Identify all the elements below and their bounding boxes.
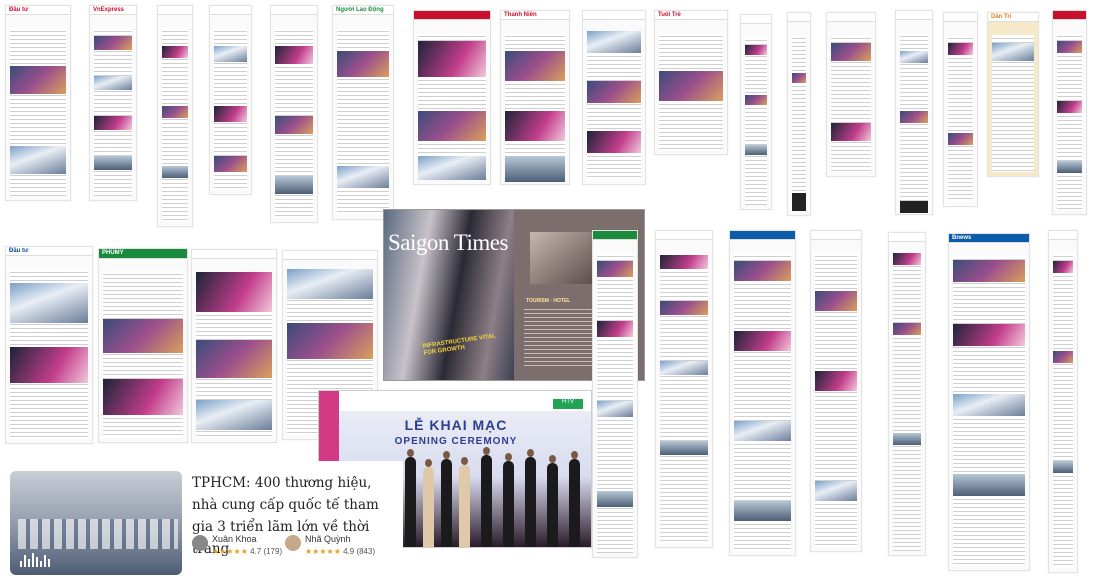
author-name: Xuân Khoa <box>212 534 257 544</box>
article-thumbnail[interactable] <box>209 5 252 195</box>
article-thumbnail[interactable]: VnExpress <box>89 5 137 201</box>
article-thumbnail[interactable] <box>1052 10 1087 215</box>
article-thumbnail[interactable] <box>729 230 796 556</box>
ceremony-subheadline: OPENING CEREMONY <box>394 436 518 447</box>
news-card[interactable]: TPHCM: 400 thương hiệu, nhà cung cấp quố… <box>6 461 403 575</box>
article-thumbnail[interactable] <box>740 14 772 210</box>
brand-label: PHUMY <box>102 250 124 256</box>
news-card-photo[interactable] <box>10 471 182 575</box>
article-thumbnail[interactable] <box>270 5 318 223</box>
article-thumbnail[interactable]: Dân Trí <box>987 12 1039 177</box>
brand-label: Đầu tư <box>9 248 29 254</box>
article-thumbnail[interactable] <box>655 230 713 548</box>
brand-label: Đầu tư <box>9 7 29 13</box>
author-rating: ★★★★★ 4.9 (843) <box>305 547 376 556</box>
magazine-title: Saigon Times <box>388 230 508 255</box>
brand-label: Dân Trí <box>991 14 1012 20</box>
ceremony-headline: LỄ KHAI MẠC <box>404 417 508 433</box>
article-thumbnail[interactable]: Tuổi Trẻ <box>654 10 728 155</box>
article-thumbnail[interactable] <box>157 5 193 227</box>
article-thumbnail[interactable]: Đầu tư <box>5 246 93 444</box>
avatar <box>192 535 208 551</box>
brand-label: Thanh Niên <box>504 12 537 18</box>
audio-wave-icon[interactable] <box>20 553 50 567</box>
brand-label: Người Lao Động <box>336 7 384 13</box>
article-thumbnail[interactable] <box>810 230 862 552</box>
article-thumbnail[interactable] <box>413 10 491 185</box>
article-thumbnail[interactable]: PHUMY <box>98 248 188 443</box>
article-thumbnail[interactable] <box>1048 230 1078 573</box>
article-thumbnail[interactable]: Đầu tư <box>5 5 71 201</box>
author-rating: ★★★★★ 4.7 (179) <box>212 547 283 556</box>
brand-label: Bnews <box>952 235 972 241</box>
article-thumbnail[interactable]: Bnews <box>948 233 1030 571</box>
article-thumbnail[interactable] <box>582 10 646 185</box>
article-thumbnail[interactable] <box>895 10 933 215</box>
article-thumbnail[interactable] <box>191 249 277 443</box>
star-icon: ★★★★★ <box>212 547 248 556</box>
article-thumbnail[interactable] <box>943 12 978 207</box>
article-thumbnail[interactable] <box>787 12 811 216</box>
brand-label: VnExpress <box>93 7 125 13</box>
article-thumbnail[interactable]: Người Lao Động <box>332 5 394 220</box>
article-thumbnail[interactable]: Thanh Niên <box>500 10 570 185</box>
avatar <box>285 535 301 551</box>
article-thumbnail[interactable] <box>826 12 876 177</box>
article-thumbnail[interactable] <box>592 230 638 558</box>
article-thumbnail[interactable] <box>888 232 926 556</box>
brand-label: Tuổi Trẻ <box>658 12 681 18</box>
author-name: Nhã Quỳnh <box>305 534 351 544</box>
magazine-caption: TOURISM · HOTEL <box>526 298 571 304</box>
channel-logo: HTV <box>553 399 583 409</box>
star-icon: ★★★★★ <box>305 547 341 556</box>
